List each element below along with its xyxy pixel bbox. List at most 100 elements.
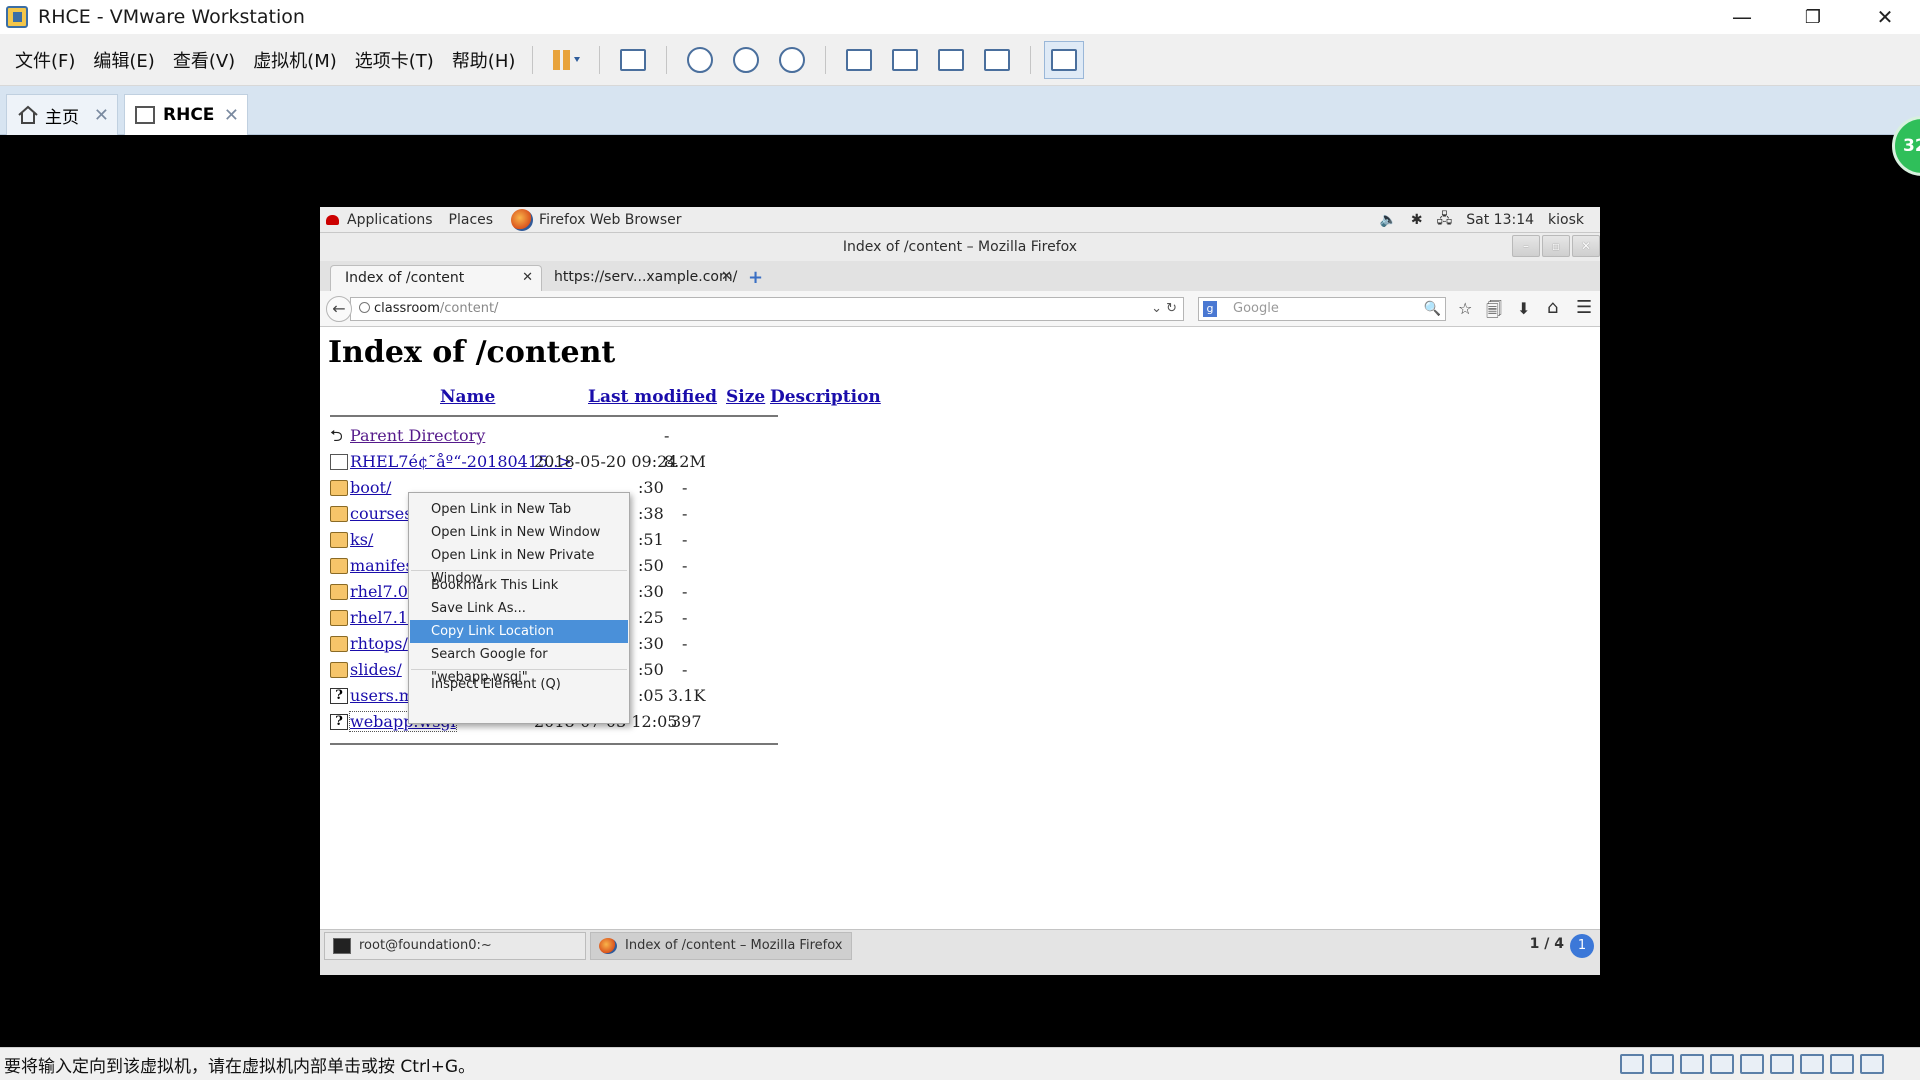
home-icon xyxy=(18,105,38,124)
file-size: - xyxy=(682,634,688,653)
display-icon[interactable] xyxy=(1830,1054,1854,1074)
column-description-link[interactable]: Description xyxy=(770,387,881,407)
tab-label: https://serv...xample.com/ xyxy=(554,269,738,285)
menu-help[interactable]: 帮助(H) xyxy=(445,47,523,73)
hard-disk-icon[interactable] xyxy=(1620,1054,1644,1074)
list-item: RHEL7é¢˜åº“-20180415..> 2018-05-20 09:24… xyxy=(330,452,790,473)
menu-item-open-new-tab[interactable]: Open Link in New Tab xyxy=(410,498,628,521)
back-button[interactable]: ← xyxy=(326,296,352,322)
network-adapter-icon[interactable] xyxy=(1680,1054,1704,1074)
sound-icon[interactable] xyxy=(1770,1054,1794,1074)
menu-item-copy-link-location[interactable]: Copy Link Location xyxy=(410,620,628,643)
snapshot-manager-button[interactable] xyxy=(772,41,812,79)
maximize-icon[interactable]: ▫ xyxy=(1542,235,1570,257)
bluetooth-icon[interactable]: ✱ xyxy=(1411,212,1423,228)
tab-close-icon[interactable]: ✕ xyxy=(721,265,732,289)
tab-rhce[interactable]: RHCE ✕ xyxy=(124,94,248,135)
menu-icon[interactable]: ☰ xyxy=(1576,297,1592,318)
minimize-button[interactable]: — xyxy=(1707,0,1777,34)
tab-index-of-content[interactable]: Index of /content ✕ xyxy=(330,265,542,291)
restore-button[interactable]: ❐ xyxy=(1778,0,1848,34)
firefox-icon xyxy=(599,938,617,954)
tab-server-example[interactable]: https://serv...xample.com/ ✕ xyxy=(542,265,740,291)
window-controls: – ▫ ✕ xyxy=(1510,235,1600,257)
unity-button[interactable] xyxy=(977,41,1017,79)
menu-vm[interactable]: 虚拟机(M) xyxy=(246,47,344,73)
file-date: :50 xyxy=(638,556,664,575)
taskbar-terminal[interactable]: root@foundation0:~ xyxy=(324,932,586,960)
fullscreen-button[interactable] xyxy=(931,41,971,79)
network-adapter-icon[interactable] xyxy=(1710,1054,1734,1074)
url-bar[interactable]: classroom/content/ ⌄ ↻ xyxy=(350,297,1184,321)
new-tab-button[interactable]: + xyxy=(748,267,763,288)
url-dropdown-reload-icon[interactable]: ⌄ ↻ xyxy=(1151,298,1177,320)
folder-icon xyxy=(330,480,348,496)
send-ctrl-alt-del-button[interactable] xyxy=(613,41,653,79)
tab-home-close-icon[interactable]: ✕ xyxy=(94,105,109,126)
file-date: :38 xyxy=(638,504,664,523)
tab-close-icon[interactable]: ✕ xyxy=(522,266,533,290)
menu-file[interactable]: 文件(F) xyxy=(8,47,82,73)
back-arrow-icon: ⮌ xyxy=(330,426,343,445)
volume-icon[interactable]: 🔈 xyxy=(1379,212,1396,228)
home-icon[interactable]: ⌂ xyxy=(1547,297,1558,318)
menu-tabs[interactable]: 选项卡(T) xyxy=(348,47,441,73)
file-link[interactable]: Parent Directory xyxy=(350,426,485,445)
pause-button[interactable] xyxy=(546,41,586,79)
search-input[interactable]: g Google 🔍 xyxy=(1198,297,1446,321)
file-link[interactable]: slides/ xyxy=(350,660,402,679)
tab-rhce-close-icon[interactable]: ✕ xyxy=(224,105,239,126)
printer-icon[interactable] xyxy=(1740,1054,1764,1074)
file-link[interactable]: ks/ xyxy=(350,530,373,549)
menu-item-bookmark-link[interactable]: Bookmark This Link xyxy=(410,574,628,597)
taskbar-firefox[interactable]: Index of /content – Mozilla Firefox xyxy=(590,932,852,960)
google-icon[interactable]: g xyxy=(1203,301,1217,317)
file-link[interactable]: rhel7.1/ xyxy=(350,608,413,627)
file-date: :25 xyxy=(638,608,664,627)
fullscreen-icon xyxy=(938,48,965,71)
message-icon[interactable] xyxy=(1860,1054,1884,1074)
folder-icon xyxy=(330,584,348,600)
active-app-name[interactable]: Firefox Web Browser xyxy=(539,212,682,228)
user-menu[interactable]: kiosk xyxy=(1548,212,1584,228)
column-size-link[interactable]: Size xyxy=(726,387,765,407)
usb-icon[interactable] xyxy=(1800,1054,1824,1074)
menu-view[interactable]: 查看(V) xyxy=(166,47,242,73)
snapshot-button[interactable] xyxy=(680,41,720,79)
menu-item-save-link-as[interactable]: Save Link As... xyxy=(410,597,628,620)
menu-item-open-private-window[interactable]: Open Link in New Private Window xyxy=(410,544,628,586)
document-icon xyxy=(330,454,348,470)
file-date: :51 xyxy=(638,530,664,549)
cd-rom-icon[interactable] xyxy=(1650,1054,1674,1074)
reading-list-icon[interactable]: 🗐 xyxy=(1486,299,1502,326)
minimize-icon[interactable]: – xyxy=(1512,235,1540,257)
applications-menu[interactable]: Applications xyxy=(347,212,433,228)
menu-item-inspect-element[interactable]: Inspect Element (Q) xyxy=(410,673,628,696)
workspace-indicator[interactable]: 1 / 4 xyxy=(1530,936,1564,952)
column-name-link[interactable]: Name xyxy=(440,387,495,407)
revert-snapshot-button[interactable] xyxy=(726,41,766,79)
tab-home[interactable]: 主页 ✕ xyxy=(6,94,118,135)
column-last-modified-link[interactable]: Last modified xyxy=(588,387,717,407)
close-icon[interactable]: ✕ xyxy=(1572,235,1600,257)
file-link[interactable]: rhtops/ xyxy=(350,634,408,653)
menu-item-open-new-window[interactable]: Open Link in New Window xyxy=(410,521,628,544)
clock[interactable]: Sat 13:14 xyxy=(1466,212,1534,228)
file-link[interactable]: boot/ xyxy=(350,478,391,497)
gnome-top-bar: Applications Places Firefox Web Browser … xyxy=(320,207,1600,233)
search-icon[interactable]: 🔍 xyxy=(1424,298,1441,320)
thumbnail-view-button[interactable] xyxy=(885,41,925,79)
network-icon[interactable]: 🖧 xyxy=(1437,208,1453,232)
file-size: - xyxy=(682,478,688,497)
places-menu[interactable]: Places xyxy=(449,212,494,228)
gnome-bottom-bar: root@foundation0:~ Index of /content – M… xyxy=(320,929,1600,975)
download-icon[interactable]: ⬇ xyxy=(1517,299,1530,318)
notification-icon[interactable]: 1 xyxy=(1570,934,1594,958)
menu-item-search-google[interactable]: Search Google for "webapp.wsgi" xyxy=(410,643,628,685)
console-view-button[interactable] xyxy=(1044,40,1085,79)
library-view-button[interactable] xyxy=(839,41,879,79)
menu-edit[interactable]: 编辑(E) xyxy=(86,47,161,73)
bookmark-star-icon[interactable]: ☆ xyxy=(1458,299,1472,318)
close-button[interactable]: ✕ xyxy=(1850,0,1920,34)
file-link[interactable]: rhel7.0/ xyxy=(350,582,413,601)
